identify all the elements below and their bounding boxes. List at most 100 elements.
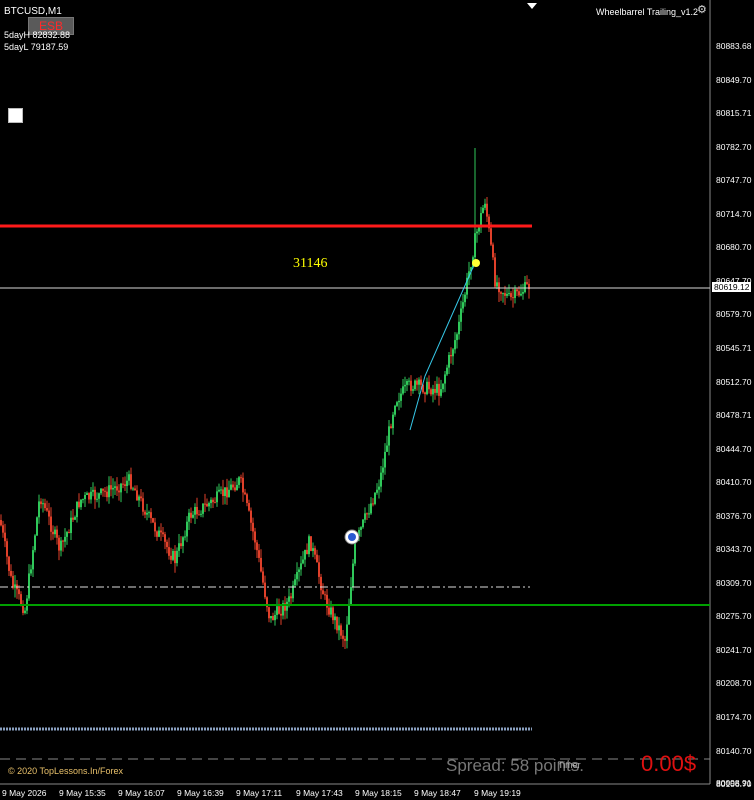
candle-body bbox=[258, 550, 260, 558]
candle-body bbox=[212, 499, 214, 503]
toggle-checkbox[interactable] bbox=[8, 108, 23, 123]
candle-body bbox=[394, 405, 396, 415]
candle-body bbox=[108, 485, 110, 498]
candle-body bbox=[300, 563, 302, 570]
candle-body bbox=[68, 532, 70, 534]
candle-body bbox=[170, 555, 172, 560]
candle-body bbox=[454, 340, 456, 350]
candle-body bbox=[112, 487, 114, 490]
candle-body bbox=[304, 549, 306, 560]
candle-body bbox=[72, 517, 74, 520]
candle-body bbox=[78, 501, 80, 508]
five-day-low: 5dayL 79187.59 bbox=[4, 42, 69, 52]
candle-body bbox=[294, 579, 296, 586]
price-tick-label: 80410.70 bbox=[716, 477, 752, 488]
candle-body bbox=[230, 484, 232, 490]
candle-body bbox=[398, 400, 400, 403]
time-tick-label: 9 May 15:35 bbox=[59, 788, 106, 798]
candle-body bbox=[448, 354, 450, 368]
candle-body bbox=[18, 589, 20, 595]
price-tick-label: 80376.70 bbox=[716, 510, 752, 521]
copyright-label: © 2020 TopLessons.In/Forex bbox=[8, 766, 124, 776]
candle-body bbox=[450, 354, 452, 357]
candle-body bbox=[66, 532, 68, 537]
price-chart[interactable] bbox=[0, 0, 754, 800]
candle-body bbox=[0, 520, 2, 526]
timer-label: Timer bbox=[558, 760, 581, 770]
candle-body bbox=[116, 486, 118, 491]
candle-body bbox=[506, 293, 508, 296]
candle-body bbox=[322, 590, 324, 595]
candle-body bbox=[286, 601, 288, 611]
trend-point bbox=[472, 259, 480, 267]
candle-body bbox=[388, 426, 390, 446]
candle-body bbox=[402, 386, 404, 394]
price-tick-label: 80174.70 bbox=[716, 712, 752, 722]
candle-body bbox=[520, 293, 522, 296]
candle-body bbox=[36, 517, 38, 536]
candle-body bbox=[440, 389, 442, 396]
candle-body bbox=[242, 477, 244, 493]
candle-body bbox=[374, 492, 376, 504]
candle-body bbox=[56, 529, 58, 538]
candle-body bbox=[182, 537, 184, 547]
candle-body bbox=[152, 518, 154, 523]
candle-body bbox=[128, 474, 130, 481]
candle-body bbox=[518, 291, 520, 296]
candle-body bbox=[336, 616, 338, 631]
candle-body bbox=[246, 494, 248, 504]
candle-body bbox=[90, 491, 92, 500]
candle-body bbox=[420, 379, 422, 385]
candle-body bbox=[136, 490, 138, 501]
candle-body bbox=[328, 607, 330, 615]
last-price-tag: 80098.91 bbox=[716, 778, 752, 788]
candle-body bbox=[244, 492, 246, 495]
candle-body bbox=[140, 496, 142, 499]
candle-body bbox=[126, 480, 128, 487]
candle-body bbox=[330, 607, 332, 615]
candle-body bbox=[404, 384, 406, 387]
candle-body bbox=[340, 625, 342, 636]
candle-body bbox=[290, 596, 292, 599]
candle-body bbox=[158, 530, 160, 537]
candle-body bbox=[94, 489, 96, 500]
candle-body bbox=[324, 594, 326, 596]
candle-body bbox=[208, 503, 210, 507]
candle-body bbox=[148, 512, 150, 514]
candle-body bbox=[52, 531, 54, 535]
time-tick-label: 9 May 17:43 bbox=[296, 788, 343, 798]
candle-body bbox=[410, 380, 412, 391]
candle-body bbox=[236, 484, 238, 491]
candle-body bbox=[508, 293, 510, 295]
candle-body bbox=[164, 534, 166, 542]
candle-body bbox=[254, 531, 256, 543]
candle-body bbox=[248, 503, 250, 511]
candle-body bbox=[186, 521, 188, 537]
candle-body bbox=[222, 489, 224, 496]
candle-body bbox=[28, 573, 30, 599]
candle-body bbox=[310, 536, 312, 551]
candle-body bbox=[46, 508, 48, 511]
candle-body bbox=[64, 536, 66, 542]
candle-body bbox=[14, 584, 16, 588]
time-tick-label: 9 May 2026 bbox=[2, 788, 47, 798]
candle-body bbox=[512, 297, 514, 299]
gear-icon[interactable]: ⚙ bbox=[697, 4, 709, 16]
candle-body bbox=[92, 489, 94, 492]
candle-body bbox=[406, 381, 408, 385]
candle-body bbox=[132, 488, 134, 490]
candle-body bbox=[368, 513, 370, 515]
candle-body bbox=[362, 519, 364, 528]
candle-body bbox=[376, 489, 378, 493]
candle-body bbox=[280, 613, 282, 616]
candle-body bbox=[122, 483, 124, 485]
candle-body bbox=[416, 380, 418, 385]
candle-body bbox=[380, 472, 382, 487]
candle-body bbox=[74, 517, 76, 520]
five-day-high: 5dayH 82832.88 bbox=[4, 30, 71, 40]
candle-body bbox=[134, 488, 136, 491]
candle-body bbox=[224, 487, 226, 496]
candle-body bbox=[268, 607, 270, 619]
candle-body bbox=[118, 490, 120, 493]
candle-body bbox=[130, 474, 132, 489]
